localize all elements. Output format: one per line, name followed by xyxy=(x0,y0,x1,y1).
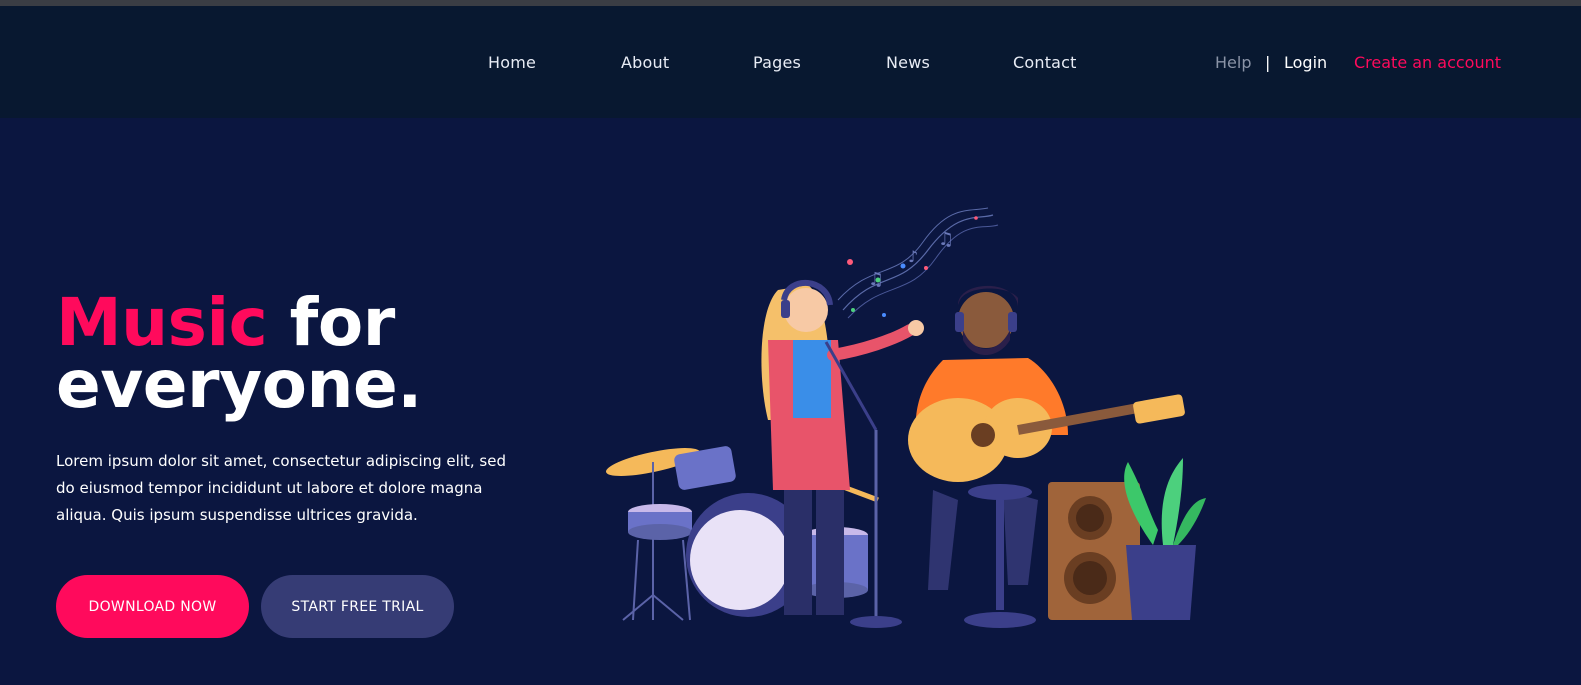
svg-text:♫: ♫ xyxy=(938,229,954,250)
nav-about[interactable]: About xyxy=(621,53,669,72)
download-now-button[interactable]: DOWNLOAD NOW xyxy=(56,575,249,638)
nav-separator: | xyxy=(1265,53,1271,72)
start-free-trial-button[interactable]: START FREE TRIAL xyxy=(261,575,454,638)
hero-title-line2: everyone. xyxy=(56,346,422,423)
nav-contact[interactable]: Contact xyxy=(1013,53,1077,72)
help-link[interactable]: Help xyxy=(1215,53,1251,72)
singer-icon xyxy=(761,280,924,628)
hero-description: Lorem ipsum dolor sit amet, consectetur … xyxy=(56,452,506,524)
nav-pages[interactable]: Pages xyxy=(753,53,801,72)
create-account-link[interactable]: Create an account xyxy=(1354,53,1501,72)
nav-news[interactable]: News xyxy=(886,53,930,72)
band-illustration: ♫ ♪ ♫ xyxy=(606,207,1206,628)
speaker-icon xyxy=(1048,482,1140,620)
site-header: Home About Pages News Contact Help | Log… xyxy=(0,6,1581,118)
svg-text:♪: ♪ xyxy=(908,247,918,266)
login-link[interactable]: Login xyxy=(1284,53,1327,72)
hero-title: Music for everyone. xyxy=(56,290,576,418)
nav-home[interactable]: Home xyxy=(488,53,536,72)
